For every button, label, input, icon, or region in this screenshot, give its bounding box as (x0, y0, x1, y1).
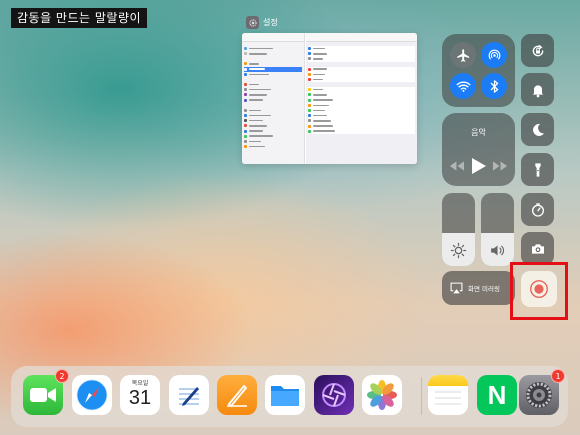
card-content (306, 33, 417, 164)
photos-flower-icon (367, 380, 397, 410)
pen-paper-icon (179, 387, 199, 406)
app-name: 설정 (263, 18, 278, 27)
calendar-app[interactable]: 목요일 31 (120, 375, 160, 415)
bluetooth-icon (490, 79, 498, 93)
card-sidebar (242, 33, 305, 164)
highlight-box (510, 262, 568, 320)
calendar-weekday: 목요일 (131, 380, 149, 387)
notes-app[interactable] (428, 375, 468, 415)
flashlight-icon (534, 162, 541, 177)
airplay-icon (450, 282, 463, 294)
camera-icon (531, 243, 544, 254)
safari-app[interactable] (72, 375, 112, 415)
gear-icon (526, 382, 552, 408)
play-icon[interactable] (471, 158, 486, 174)
orientation-lock-button[interactable] (521, 34, 554, 67)
dock: 2 목요일 31 N 1 (11, 366, 568, 427)
airdrop-icon (488, 49, 500, 59)
settings-app-card[interactable] (242, 33, 417, 164)
wifi-icon (456, 81, 470, 92)
timer-icon (531, 202, 544, 217)
compass-icon (76, 379, 108, 411)
now-playing-module: 음악 (442, 113, 515, 186)
video-camera-icon (30, 388, 56, 402)
do-not-disturb-button[interactable] (521, 113, 554, 146)
app-switcher-label[interactable]: 설정 (246, 16, 278, 29)
settings-badge: 1 (551, 369, 565, 383)
airplane-icon (456, 48, 469, 62)
naver-app[interactable]: N (477, 375, 517, 415)
brightness-icon (450, 242, 467, 259)
wifi-button[interactable] (450, 73, 476, 99)
photos-app[interactable] (362, 375, 402, 415)
naver-n-icon: N (487, 379, 507, 410)
settings-app[interactable]: 1 (519, 369, 565, 415)
pages-app[interactable] (217, 375, 257, 415)
brightness-slider[interactable] (442, 193, 475, 266)
screen-mirroring-button[interactable]: 화면 미러링 (442, 271, 515, 305)
affinity-photo-app[interactable] (314, 375, 354, 415)
timer-button[interactable] (521, 193, 554, 226)
files-app[interactable] (265, 375, 305, 415)
moon-icon (532, 123, 544, 136)
camera-button[interactable] (521, 232, 554, 265)
bell-icon (532, 84, 543, 97)
notes-lines-icon (435, 391, 461, 405)
flashlight-button[interactable] (521, 153, 554, 186)
screen-mirroring-label: 화면 미러링 (468, 285, 500, 293)
bluetooth-button[interactable] (481, 73, 507, 99)
airplane-mode-button[interactable] (450, 42, 476, 68)
facetime-app[interactable]: 2 (23, 369, 69, 415)
aperture-icon (322, 383, 346, 407)
settings-gear-icon (246, 16, 259, 29)
dock-separator (421, 377, 422, 415)
pencil-icon (227, 384, 248, 408)
facetime-badge: 2 (55, 369, 69, 383)
connectivity-module (442, 34, 515, 107)
folder-icon (271, 386, 299, 406)
notes-header-bar (428, 375, 468, 386)
rewind-icon[interactable] (449, 161, 464, 171)
mute-button[interactable] (521, 73, 554, 106)
caption-overlay: 감동을 만드는 말랄량이 (11, 8, 148, 28)
airdrop-button[interactable] (481, 42, 507, 68)
fast-forward-icon[interactable] (493, 161, 508, 171)
music-title: 음악 (471, 128, 486, 137)
calendar-date: 31 (128, 387, 152, 409)
rotation-lock-icon (532, 44, 543, 56)
volume-slider[interactable] (481, 193, 514, 266)
notes-pen-app[interactable] (169, 375, 209, 415)
speaker-icon (491, 245, 504, 256)
